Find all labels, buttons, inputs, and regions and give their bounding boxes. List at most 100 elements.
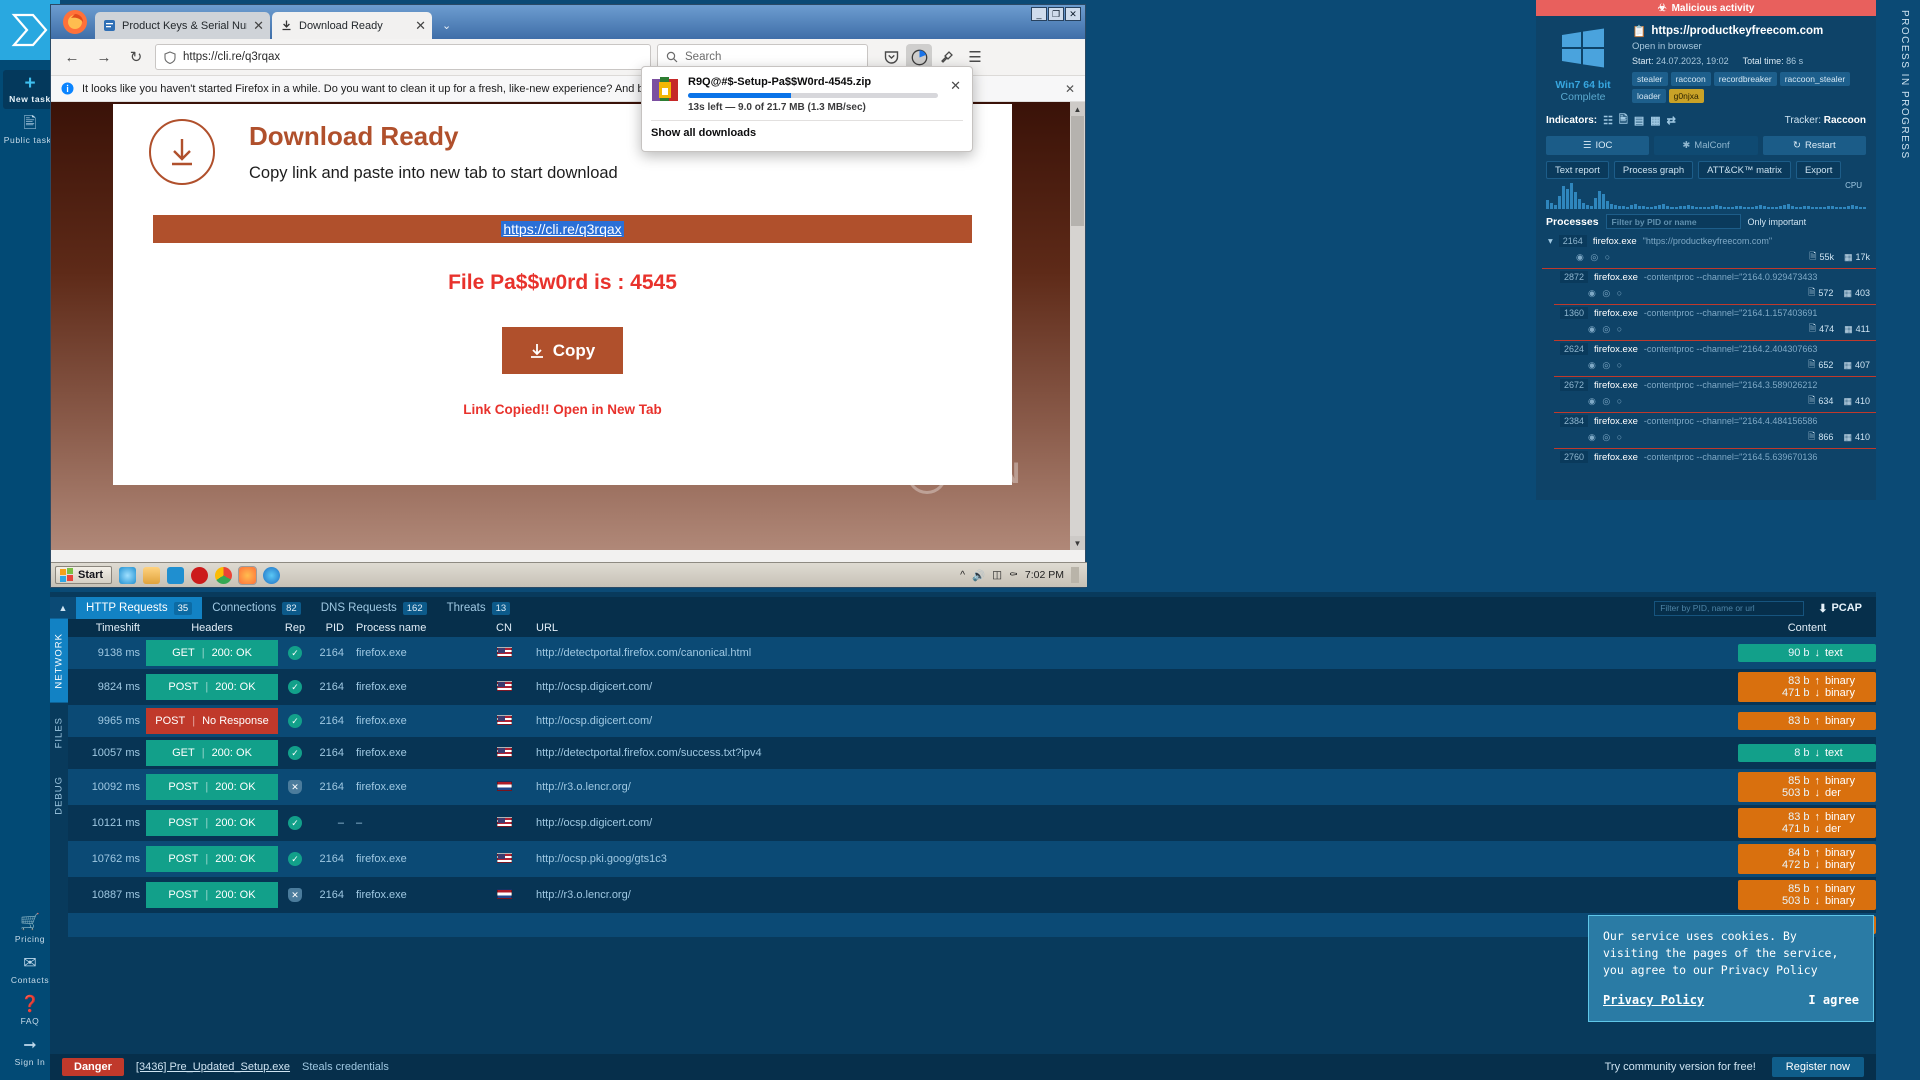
tag[interactable]: g0njxa [1668,89,1704,103]
process-filter-input[interactable]: Filter by PID or name [1605,214,1741,229]
cell-url[interactable]: http://ocsp.pki.goog/gts1c3 [530,841,1738,877]
tab-close-icon[interactable]: ✕ [253,18,264,34]
col-process-name[interactable]: Process name [350,619,478,637]
tab-dns-requests[interactable]: DNS Requests 162 [311,597,437,619]
cell-url[interactable]: http://ocsp.digicert.com/ [530,669,1738,705]
http-method-badge[interactable]: GET | 200: OK [146,740,278,766]
table-row[interactable]: 9965 ms POST | No Response ✓ 2164 firefox.exe h… [68,705,1876,737]
export-button[interactable]: Export [1795,161,1842,179]
process-row[interactable]: 2672 firefox.exe -contentproc --channel="2… [1554,377,1876,392]
show-desktop-button[interactable] [1071,567,1079,583]
maximize-button[interactable]: ❐ [1048,7,1064,21]
edge-icon[interactable] [263,566,281,584]
back-icon[interactable]: ← [59,44,85,70]
tag[interactable]: raccoon_stealer [1779,72,1851,86]
collapse-panel-button[interactable]: ▲ [50,597,76,619]
start-button[interactable]: Start [55,566,113,584]
process-row[interactable]: ▾ 2164 firefox.exe "https://productkeyfreec… [1542,233,1876,248]
process-entry[interactable]: 1360 firefox.exe -contentproc --channel="2… [1554,305,1876,341]
reload-icon[interactable]: ↻ [123,44,149,70]
cell-url[interactable]: http://detectportal.firefox.com/canonica… [530,637,1738,669]
tab-close-icon[interactable]: ✕ [415,18,426,34]
download-item[interactable]: R9Q@#$-Setup-Pa$$W0rd-4545.zip 13s left … [642,67,972,119]
http-method-badge[interactable]: POST | 200: OK [146,882,278,908]
process-entry[interactable]: 2872 firefox.exe -contentproc --channel="2… [1554,269,1876,305]
scroll-up-icon[interactable]: ▲ [1070,102,1085,116]
new-task-button[interactable]: + New task [3,70,57,109]
restart-button[interactable]: ↻ Restart [1762,136,1866,155]
table-row[interactable]: 10057 ms GET | 200: OK ✓ 2164 firefox.exe http:… [68,737,1876,769]
scroll-thumb[interactable] [1071,116,1084,226]
process-entry[interactable]: 2672 firefox.exe -contentproc --channel="2… [1554,377,1876,413]
col-rep[interactable]: Rep [278,619,312,637]
cell-url[interactable]: http://detectportal.firefox.com/success.… [530,737,1738,769]
tab-connections[interactable]: Connections 82 [202,597,311,619]
col-pid[interactable]: PID [312,619,350,637]
page-scrollbar[interactable]: ▲ ▼ [1070,102,1085,550]
status-file-link[interactable]: [3436] Pre_Updated_Setup.exe [136,1061,290,1073]
process-entry[interactable]: 2384 firefox.exe -contentproc --channel="2… [1554,413,1876,449]
network-icon[interactable]: ☷ [1603,114,1613,127]
notification-close-icon[interactable]: ✕ [1065,82,1075,96]
copy-icon[interactable]: 📋 [1632,24,1646,38]
url-bar[interactable]: https://cli.re/q3rqax [155,44,651,70]
process-icon[interactable]: ▦ [1650,114,1660,127]
tag[interactable]: stealer [1632,72,1668,86]
malconf-button[interactable]: ✱ MalConf [1654,136,1758,155]
http-method-badge[interactable]: POST | 200: OK [146,810,278,836]
side-tab-files[interactable]: FILES [50,703,68,762]
process-indicator-icons[interactable]: ◉ ◎ ○ [1588,360,1624,371]
process-row[interactable]: 1360 firefox.exe -contentproc --channel="2… [1554,305,1876,320]
process-row[interactable]: 2624 firefox.exe -contentproc --channel="2… [1554,341,1876,356]
tray-chevron-up-icon[interactable]: ^ [960,569,965,581]
download-link-text[interactable]: https://cli.re/q3rqax [501,221,624,237]
table-row[interactable]: 10121 ms POST | 200: OK ✓ – – http://ocsp.digic… [68,805,1876,841]
forward-icon[interactable]: → [91,44,117,70]
side-tab-network[interactable]: NETWORK [50,619,68,703]
show-all-downloads-link[interactable]: Show all downloads [642,121,972,145]
close-button[interactable]: ✕ [1065,7,1081,21]
http-method-badge[interactable]: GET | 200: OK [146,640,278,666]
minimize-button[interactable]: _ [1031,7,1047,21]
col-cn[interactable]: CN [478,619,530,637]
http-method-badge[interactable]: POST | 200: OK [146,774,278,800]
tab-http-requests[interactable]: HTTP Requests 35 [76,597,203,619]
tag[interactable]: loader [1632,89,1666,103]
tab-product-keys[interactable]: Product Keys & Serial Number 100 ✕ [95,12,270,39]
copy-button[interactable]: Copy [502,327,623,374]
tray-shield-icon[interactable]: ⚰ [1009,569,1018,581]
tag[interactable]: raccoon [1670,72,1711,86]
chrome-icon[interactable] [215,566,233,584]
cell-url[interactable]: http://r3.o.lencr.org/ [530,877,1738,913]
process-row[interactable]: 2760 firefox.exe -contentproc --channel="2… [1554,449,1876,464]
process-indicator-icons[interactable]: ◉ ◎ ○ [1588,396,1624,407]
http-method-badge[interactable]: POST | 200: OK [146,674,278,700]
download-link-bar[interactable]: https://cli.re/q3rqax [153,215,972,243]
side-tab-debug[interactable]: DEBUG [50,762,68,829]
agree-button[interactable]: I agree [1808,993,1859,1007]
file-icon[interactable]: 🖹 [1619,111,1628,130]
process-indicator-icons[interactable]: ◉ ◎ ○ [1576,252,1612,263]
sync-icon[interactable]: ⇄ [1667,114,1676,127]
expand-chevron-icon[interactable]: ▾ [1548,236,1553,247]
process-graph-button[interactable]: Process graph [1613,161,1694,179]
ie-icon[interactable] [119,566,137,584]
pcap-download-button[interactable]: ⬇ PCAP [1818,602,1862,615]
process-row[interactable]: 2872 firefox.exe -contentproc --channel="2… [1554,269,1876,284]
open-in-browser-label[interactable]: Open in browser [1632,41,1866,52]
tab-download-ready[interactable]: Download Ready ✕ [272,12,432,39]
table-row[interactable]: 10092 ms POST | 200: OK ✕ 2164 firefox.exe http… [68,769,1876,805]
register-now-button[interactable]: Register now [1771,1057,1864,1077]
explorer-icon[interactable] [143,566,161,584]
sample-url-row[interactable]: 📋 https://productkeyfreecom.com [1632,24,1866,38]
process-indicator-icons[interactable]: ◉ ◎ ○ [1588,432,1624,443]
cell-url[interactable]: http://ocsp.digicert.com/ [530,805,1738,841]
tag[interactable]: recordbreaker [1713,72,1777,86]
http-method-badge[interactable]: POST | 200: OK [146,846,278,872]
table-row[interactable]: 10762 ms POST | 200: OK ✓ 2164 firefox.exe http… [68,841,1876,877]
col-url[interactable]: URL [530,619,1738,637]
registry-icon[interactable]: ▤ [1634,114,1644,127]
col-content[interactable]: Content [1738,619,1876,637]
table-row[interactable]: 9824 ms POST | 200: OK ✓ 2164 firefox.exe http:… [68,669,1876,705]
tray-network-icon[interactable]: ◫ [992,569,1002,581]
